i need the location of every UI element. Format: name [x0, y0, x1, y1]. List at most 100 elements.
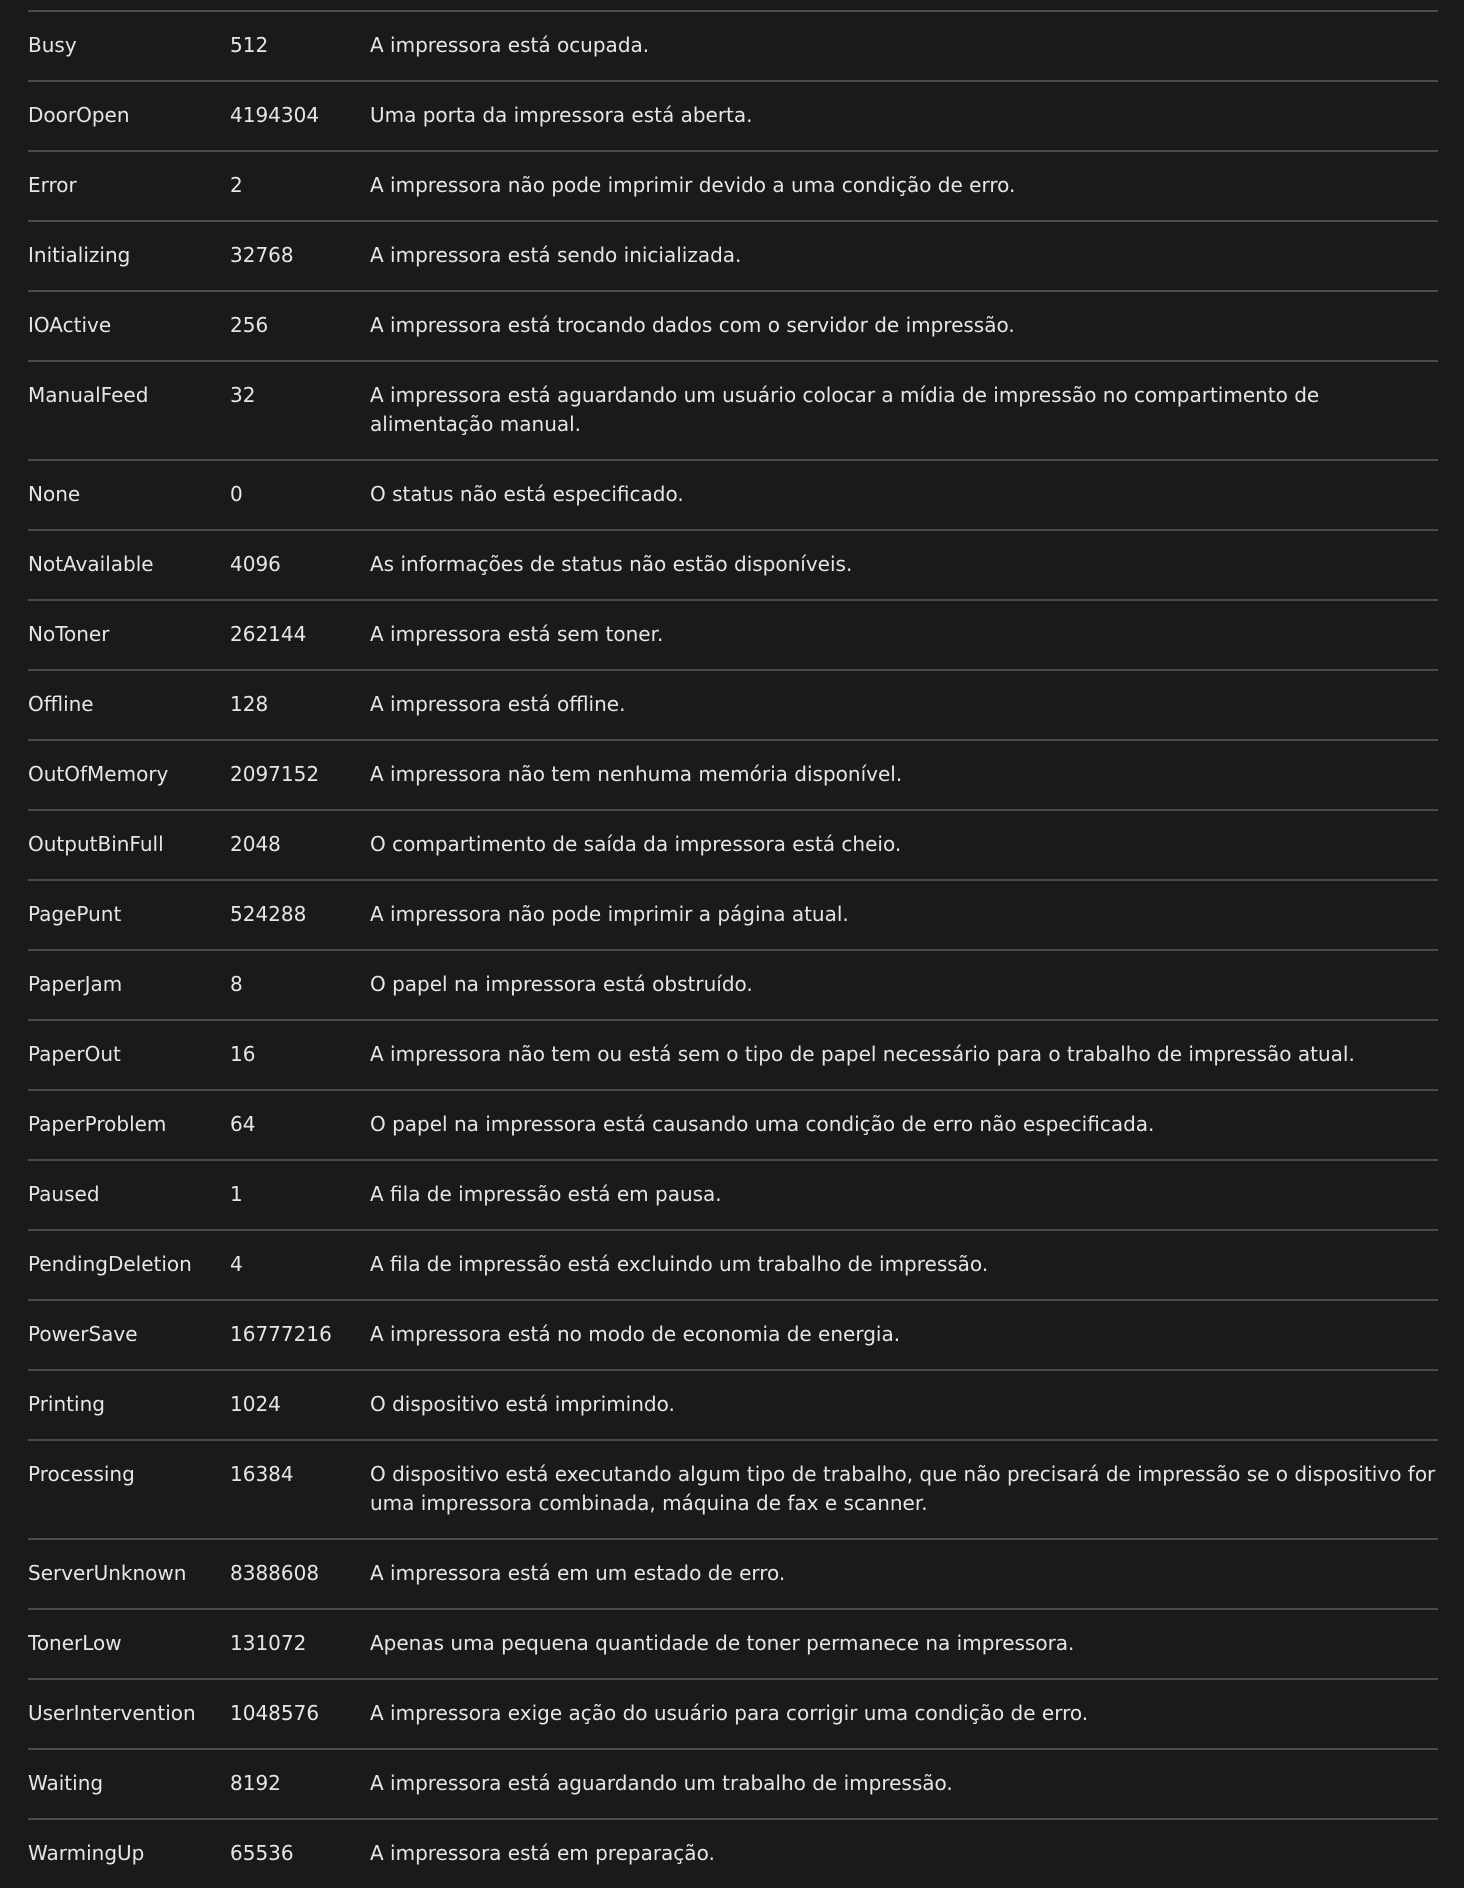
member-description: A impressora está no modo de economia de…: [370, 1322, 901, 1346]
member-value: 0: [230, 482, 243, 506]
member-value: 64: [230, 1112, 256, 1136]
table-row: ServerUnknown 8388608 A impressora está em…: [28, 1539, 1438, 1609]
member-description: O papel na impressora está obstruído.: [370, 972, 753, 996]
member-description: A impressora não tem ou está sem o tipo …: [370, 1042, 1355, 1066]
member-name: TonerLow: [28, 1631, 122, 1655]
table-row: PagePunt 524288 A impressora não pode impr…: [28, 880, 1438, 950]
member-name: ServerUnknown: [28, 1561, 187, 1585]
member-value: 32768: [230, 243, 294, 267]
member-name: OutputBinFull: [28, 832, 164, 856]
member-name: ManualFeed: [28, 383, 149, 407]
member-description: As informações de status não estão dispo…: [370, 552, 853, 576]
table-row: Paused 1 A fila de impressão está em pausa…: [28, 1160, 1438, 1230]
member-description: O dispositivo está imprimindo.: [370, 1392, 675, 1416]
member-description: A impressora está ocupada.: [370, 33, 650, 57]
member-value: 4: [230, 1252, 243, 1276]
document-page: Busy 512 A impressora está ocupada. DoorOpe…: [0, 0, 1464, 1865]
member-description: Uma porta da impressora está aberta.: [370, 103, 753, 127]
member-name: PagePunt: [28, 902, 122, 926]
table-row: NoToner 262144 A impressora está sem toner…: [28, 600, 1438, 670]
table-row: Busy 512 A impressora está ocupada.: [28, 11, 1438, 81]
member-value: 131072: [230, 1631, 307, 1655]
member-description: A fila de impressão está excluindo um tr…: [370, 1252, 989, 1276]
table-row: PaperProblem 64 O papel na impressora está…: [28, 1090, 1438, 1160]
member-value: 8388608: [230, 1561, 320, 1585]
member-value: 4096: [230, 552, 281, 576]
member-description: A impressora não pode imprimir devido a …: [370, 173, 1016, 197]
member-description: A impressora não pode imprimir a página …: [370, 902, 849, 926]
member-value: 1024: [230, 1392, 281, 1416]
table-row: DoorOpen 4194304 Uma porta da impressora e…: [28, 81, 1438, 151]
table-row: Printing 1024 O dispositivo está imprimind…: [28, 1370, 1438, 1440]
member-value: 512: [230, 33, 269, 57]
table-body: Busy 512 A impressora está ocupada. DoorOpe…: [28, 11, 1438, 1888]
member-name: Waiting: [28, 1771, 104, 1795]
table-row: PowerSave 16777216 A impressora está no mo…: [28, 1300, 1438, 1370]
member-description: A fila de impressão está em pausa.: [370, 1182, 722, 1206]
member-name: PowerSave: [28, 1322, 138, 1346]
member-value: 16384: [230, 1462, 294, 1486]
table-row: Initializing 32768 A impressora está sendo…: [28, 221, 1438, 291]
member-description: A impressora não tem nenhuma memória dis…: [370, 762, 903, 786]
member-value: 256: [230, 313, 269, 337]
member-name: None: [28, 482, 81, 506]
member-name: Busy: [28, 33, 77, 57]
member-value: 262144: [230, 622, 307, 646]
member-description: A impressora está aguardando um usuário …: [370, 383, 1320, 436]
table-row: NotAvailable 4096 As informações de status…: [28, 530, 1438, 600]
member-value: 1: [230, 1182, 243, 1206]
member-value: 4194304: [230, 103, 320, 127]
member-description: A impressora exige ação do usuário para …: [370, 1701, 1089, 1725]
table-row: ManualFeed 32 A impressora está aguardando…: [28, 361, 1438, 460]
table-row: TonerLow 131072 Apenas uma pequena quantid…: [28, 1609, 1438, 1679]
table-row: UserIntervention 1048576 A impressora exig…: [28, 1679, 1438, 1749]
member-value: 524288: [230, 902, 307, 926]
member-name: Initializing: [28, 243, 131, 267]
member-name: Printing: [28, 1392, 105, 1416]
member-value: 1048576: [230, 1701, 320, 1725]
member-name: Error: [28, 173, 77, 197]
member-name: NoToner: [28, 622, 110, 646]
member-value: 8: [230, 972, 243, 996]
table-row: None 0 O status não está especificado.: [28, 460, 1438, 530]
member-name: PaperJam: [28, 972, 123, 996]
member-description: O dispositivo está executando algum tipo…: [370, 1462, 1436, 1515]
member-name: Paused: [28, 1182, 100, 1206]
member-description: A impressora está sem toner.: [370, 622, 664, 646]
member-name: NotAvailable: [28, 552, 154, 576]
member-name: PaperProblem: [28, 1112, 167, 1136]
member-name: IOActive: [28, 313, 112, 337]
member-description: O compartimento de saída da impressora e…: [370, 832, 902, 856]
member-description: A impressora está em um estado de erro.: [370, 1561, 786, 1585]
member-description: Apenas uma pequena quantidade de toner p…: [370, 1631, 1075, 1655]
member-value: 128: [230, 692, 269, 716]
table-row: Processing 16384 O dispositivo está execut…: [28, 1440, 1438, 1539]
member-description: O papel na impressora está causando uma …: [370, 1112, 1155, 1136]
member-value: 2: [230, 173, 243, 197]
member-name: UserIntervention: [28, 1701, 196, 1725]
member-description: A impressora está offline.: [370, 692, 626, 716]
member-name: Processing: [28, 1462, 135, 1486]
member-value: 2048: [230, 832, 281, 856]
member-name: DoorOpen: [28, 103, 130, 127]
table-row: Error 2 A impressora não pode imprimir dev…: [28, 151, 1438, 221]
member-name: PaperOut: [28, 1042, 121, 1066]
member-name: Offline: [28, 692, 94, 716]
member-value: 16: [230, 1042, 256, 1066]
table-row: Waiting 8192 A impressora está aguardando …: [28, 1749, 1438, 1819]
member-description: A impressora está trocando dados com o s…: [370, 313, 1015, 337]
member-description: A impressora está sendo inicializada.: [370, 243, 742, 267]
member-value: 8192: [230, 1771, 281, 1795]
table-row: OutputBinFull 2048 O compartimento de saíd…: [28, 810, 1438, 880]
member-description: A impressora está aguardando um trabalho…: [370, 1771, 953, 1795]
table-row: IOActive 256 A impressora está trocando da…: [28, 291, 1438, 361]
member-name: PendingDeletion: [28, 1252, 192, 1276]
table-row: OutOfMemory 2097152 A impressora não tem n…: [28, 740, 1438, 810]
member-value: 32: [230, 383, 256, 407]
member-value: 2097152: [230, 762, 320, 786]
table-row: PaperOut 16 A impressora não tem ou está s…: [28, 1020, 1438, 1090]
member-description: O status não está especificado.: [370, 482, 684, 506]
member-name: OutOfMemory: [28, 762, 169, 786]
table-row: Offline 128 A impressora está offline.: [28, 670, 1438, 740]
member-value: 16777216: [230, 1322, 332, 1346]
